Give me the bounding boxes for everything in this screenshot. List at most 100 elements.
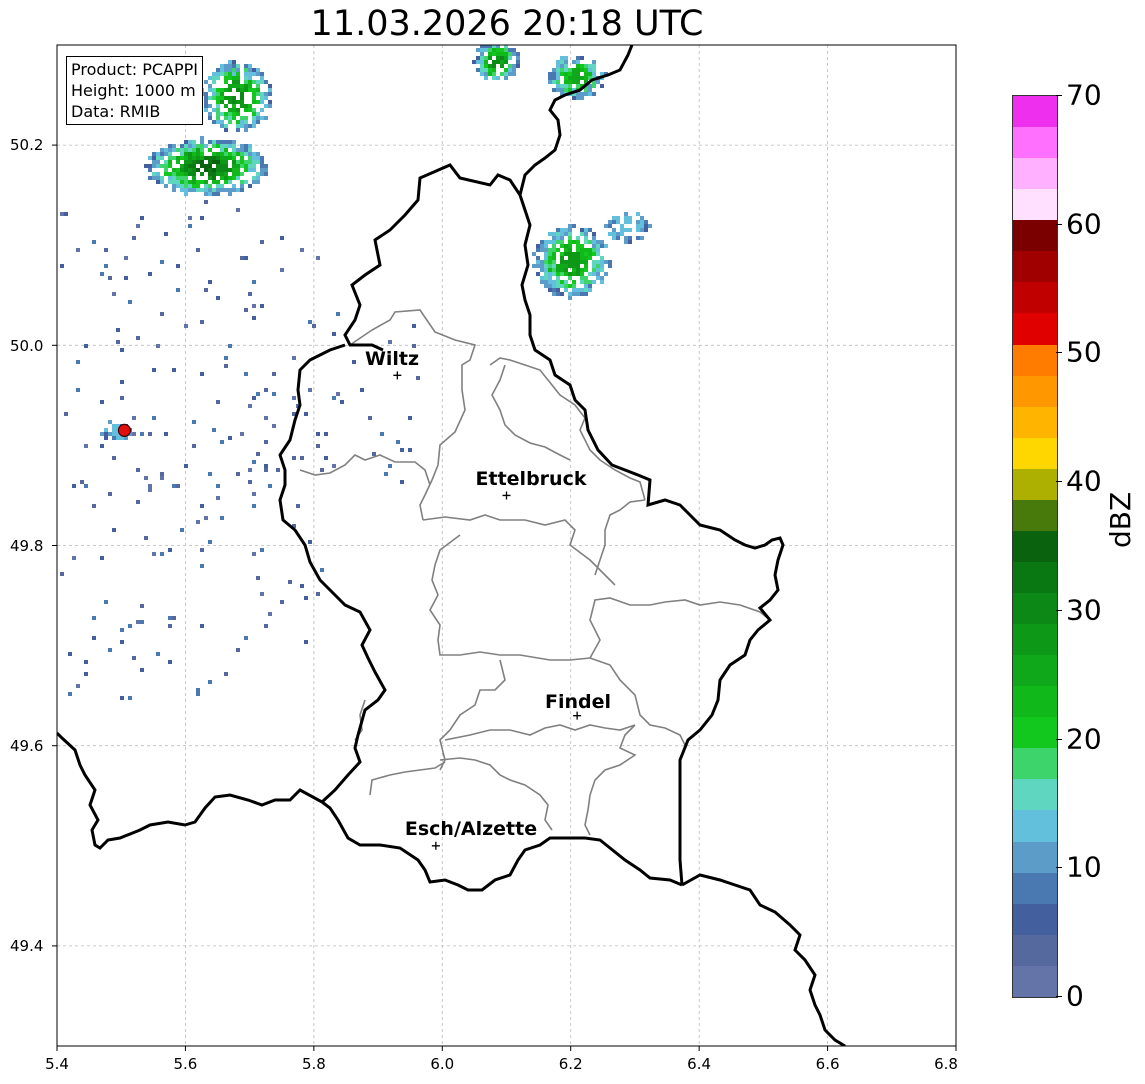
- echo-cell: [212, 120, 216, 124]
- echo-cell: [172, 184, 176, 188]
- echo-cell: [548, 284, 552, 288]
- echo-cell: [156, 176, 160, 180]
- echo-cell: [148, 164, 152, 168]
- echo-cell: [220, 156, 224, 160]
- echo-cell: [228, 188, 232, 192]
- echo-cell: [480, 64, 484, 68]
- echo-cell: [560, 84, 564, 88]
- echo-cell: [308, 320, 312, 324]
- echo-cell: [228, 192, 232, 196]
- echo-cell: [388, 464, 392, 468]
- echo-cell: [252, 108, 256, 112]
- echo-cell: [568, 224, 572, 228]
- echo-cell: [568, 236, 572, 240]
- colorbar-label: dBZ: [1104, 491, 1137, 548]
- echo-cell: [572, 292, 576, 296]
- echo-cell: [492, 60, 496, 64]
- echo-cell: [256, 176, 260, 180]
- echo-cell: [584, 248, 588, 252]
- echo-cell: [236, 160, 240, 164]
- echo-cell: [484, 76, 488, 80]
- echo-cell: [100, 400, 104, 404]
- echo-cell: [224, 124, 228, 128]
- colorbar-tick-mark: [1056, 352, 1062, 354]
- echo-cell: [220, 112, 224, 116]
- echo-cell: [560, 88, 564, 92]
- echo-cell: [220, 184, 224, 188]
- echo-cell: [236, 64, 240, 68]
- echo-cell: [132, 416, 136, 420]
- echo-cell: [192, 152, 196, 156]
- echo-cell: [208, 540, 212, 544]
- echo-cell: [480, 60, 484, 64]
- echo-cell: [584, 284, 588, 288]
- radar-site-marker: [117, 423, 132, 437]
- echo-cell: [188, 184, 192, 188]
- echo-cell: [208, 192, 212, 196]
- echo-cell: [240, 92, 244, 96]
- echo-cell: [224, 356, 228, 360]
- echo-cell: [612, 232, 616, 236]
- echo-cell: [152, 164, 156, 168]
- echo-cell: [168, 152, 172, 156]
- echo-cell: [548, 248, 552, 252]
- echo-cell: [544, 244, 548, 248]
- echo-cell: [316, 256, 320, 260]
- colorbar-tick-label: 30: [1066, 593, 1102, 627]
- echo-cell: [264, 116, 268, 120]
- echo-cell: [548, 232, 552, 236]
- echo-cell: [200, 372, 204, 376]
- echo-cell: [292, 356, 296, 360]
- echo-cell: [640, 220, 644, 224]
- echo-cell: [164, 232, 168, 236]
- echo-cell: [588, 284, 592, 288]
- echo-cell: [484, 48, 488, 52]
- echo-cell: [220, 68, 224, 72]
- echo-cell: [184, 464, 188, 468]
- echo-cell: [232, 188, 236, 192]
- echo-cell: [320, 568, 324, 572]
- echo-cell: [112, 528, 116, 532]
- echo-cell: [152, 552, 156, 556]
- echo-cell: [552, 280, 556, 284]
- echo-cell: [224, 128, 228, 132]
- echo-cell: [192, 188, 196, 192]
- echo-cell: [556, 272, 560, 276]
- echo-cell: [216, 180, 220, 184]
- colorbar-tick-label: 0: [1066, 979, 1084, 1013]
- echo-cell: [300, 456, 304, 460]
- echo-cell: [236, 472, 240, 476]
- echo-cell: [224, 72, 228, 76]
- echo-cell: [568, 240, 572, 244]
- echo-cell: [492, 64, 496, 68]
- echo-cell: [228, 168, 232, 172]
- echo-cell: [236, 112, 240, 116]
- echo-cell: [252, 92, 256, 96]
- echo-cell: [516, 52, 520, 56]
- echo-cell: [480, 56, 484, 60]
- echo-cell: [240, 104, 244, 108]
- echo-cell: [256, 112, 260, 116]
- echo-cell: [176, 484, 180, 488]
- echo-cell: [644, 228, 648, 232]
- echo-cell: [192, 140, 196, 144]
- echo-cell: [248, 404, 252, 408]
- echo-cell: [196, 520, 200, 524]
- echo-cell: [232, 140, 236, 144]
- echo-cell: [340, 400, 344, 404]
- echo-cell: [224, 140, 228, 144]
- echo-cell: [244, 120, 248, 124]
- echo-cell: [552, 260, 556, 264]
- echo-cell: [544, 256, 548, 260]
- echo-cell: [584, 236, 588, 240]
- echo-cell: [584, 276, 588, 280]
- echo-cell: [216, 68, 220, 72]
- echo-cell: [164, 432, 168, 436]
- echo-cell: [544, 240, 548, 244]
- echo-cell: [184, 184, 188, 188]
- echo-cell: [548, 268, 552, 272]
- echo-cell: [216, 172, 220, 176]
- echo-cell: [184, 160, 188, 164]
- echo-cell: [252, 120, 256, 124]
- echo-cell: [628, 216, 632, 220]
